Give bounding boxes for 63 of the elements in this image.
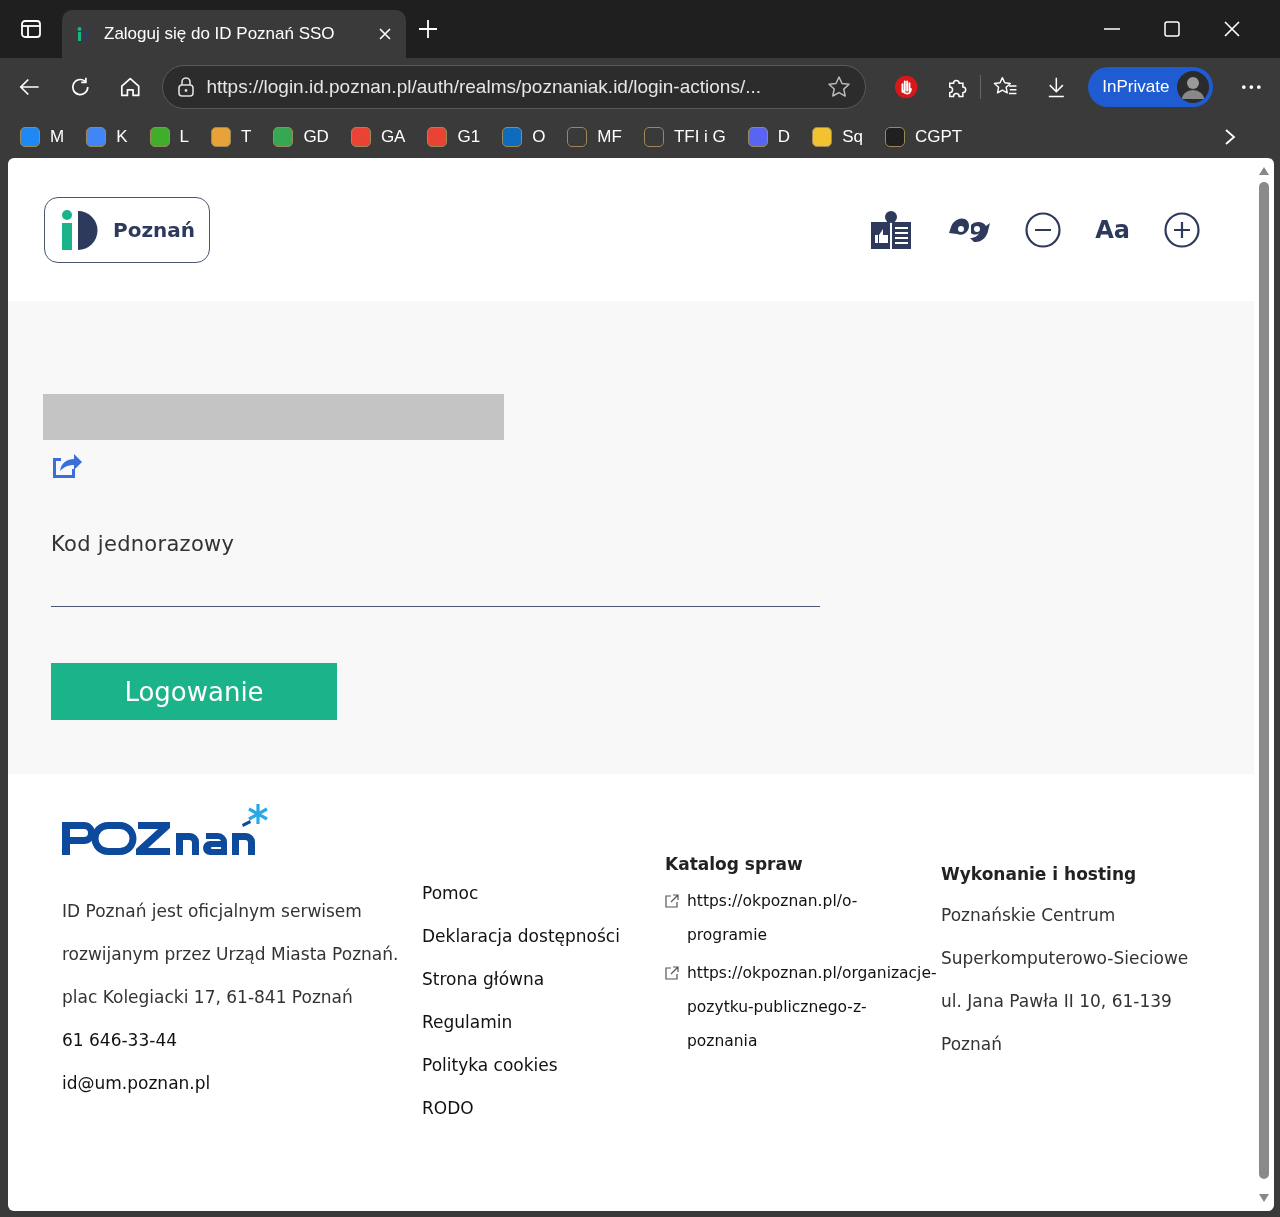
close-icon[interactable] <box>378 27 392 41</box>
font-size-button[interactable]: Aa <box>1095 215 1130 244</box>
lock-icon <box>176 77 195 97</box>
bookmark[interactable]: T <box>211 127 252 147</box>
hosting-text: Superkomputerowo-Sieciowe <box>941 947 1190 970</box>
catalog-link[interactable]: https://okpoznan.pl/organizacje-pozytku-publicznego-z-poznania <box>687 956 937 1058</box>
hosting-text: Poznań <box>941 1033 1003 1056</box>
home-icon[interactable] <box>119 75 142 99</box>
scroll-down-icon[interactable] <box>1258 1193 1270 1203</box>
bookmark[interactable]: GA <box>350 127 406 147</box>
address-bar[interactable]: https://login.id.poznan.pl/auth/realms/poznaniak.id/login-actions/... <box>161 65 866 109</box>
easy-read-icon[interactable] <box>869 209 914 250</box>
avatar-icon <box>1177 71 1210 103</box>
more-icon[interactable] <box>1241 84 1263 90</box>
bookmark[interactable]: L <box>149 127 189 147</box>
minimize-icon[interactable] <box>1104 27 1120 31</box>
back-icon[interactable] <box>18 77 41 97</box>
scroll-up-icon[interactable] <box>1258 166 1270 176</box>
external-link-icon <box>665 894 679 908</box>
hosting-heading: Wykonanie i hosting <box>941 864 1138 884</box>
bookmark[interactable]: MF <box>567 127 622 147</box>
browser-tab[interactable]: Zaloguj się do ID Poznań SSO <box>62 10 406 58</box>
bookmark[interactable]: D <box>747 127 791 147</box>
url-text: https://login.id.poznan.pl/auth/realms/poznaniak.id/login-actions/... <box>206 76 762 98</box>
bookmark[interactable]: K <box>86 127 128 147</box>
hosting-text: ul. Jana Pawła II 10, 61-139 <box>941 990 1173 1013</box>
email-address: id@um.poznan.pl <box>62 1072 212 1095</box>
id-logo-icon <box>61 209 99 250</box>
star-icon[interactable] <box>826 75 851 99</box>
close-icon[interactable] <box>1224 21 1240 37</box>
field-label: Kod jednorazowy <box>51 532 235 556</box>
maximize-icon[interactable] <box>1164 21 1180 37</box>
footer-link[interactable]: Deklaracja dostępności <box>422 915 665 958</box>
external-link-icon <box>665 966 679 980</box>
bookmark[interactable]: Sq <box>812 127 863 147</box>
zoom-out-icon[interactable] <box>1025 211 1062 248</box>
catalog-heading: Katalog spraw <box>665 854 804 874</box>
new-tab-icon[interactable] <box>418 19 438 39</box>
about-text: plac Kolegiacki 17, 61-841 Poznań <box>62 986 354 1009</box>
site-icon <box>76 26 90 42</box>
bookmark[interactable]: G1 <box>427 127 481 147</box>
bookmark[interactable]: TFI i G <box>643 127 726 147</box>
hand-stop-icon[interactable] <box>893 74 918 100</box>
zoom-in-icon[interactable] <box>1164 211 1200 248</box>
inprivate-button[interactable]: InPrivate <box>1088 67 1214 107</box>
footer-link[interactable]: Pomoc <box>422 872 665 915</box>
footer-link[interactable]: Strona główna <box>422 958 665 1001</box>
about-text: rozwijanym przez Urząd Miasta Poznań. <box>62 943 400 966</box>
bookmark[interactable]: GD <box>273 127 329 147</box>
hosting-text: Poznańskie Centrum <box>941 904 1117 927</box>
bookmark[interactable]: M <box>20 127 65 147</box>
footer-link[interactable]: Polityka cookies <box>422 1044 665 1087</box>
about-text: ID Poznań jest oficjalnym serwisem <box>62 900 363 923</box>
footer-link[interactable]: RODO <box>422 1087 665 1130</box>
tab-title: Zaloguj się do ID Poznań SSO <box>104 24 336 44</box>
bookmark[interactable]: O <box>502 127 546 147</box>
bookmark[interactable]: CGPT <box>884 127 963 147</box>
id-poznan-logo[interactable]: Poznań <box>44 196 210 263</box>
chevron-right-icon[interactable] <box>1224 128 1236 146</box>
footer-link[interactable]: Regulamin <box>422 1001 665 1044</box>
phone-number: 61 646-33-44 <box>62 1029 178 1052</box>
sidebar-icon[interactable] <box>20 19 42 39</box>
scrollbar-thumb[interactable] <box>1259 182 1269 1179</box>
